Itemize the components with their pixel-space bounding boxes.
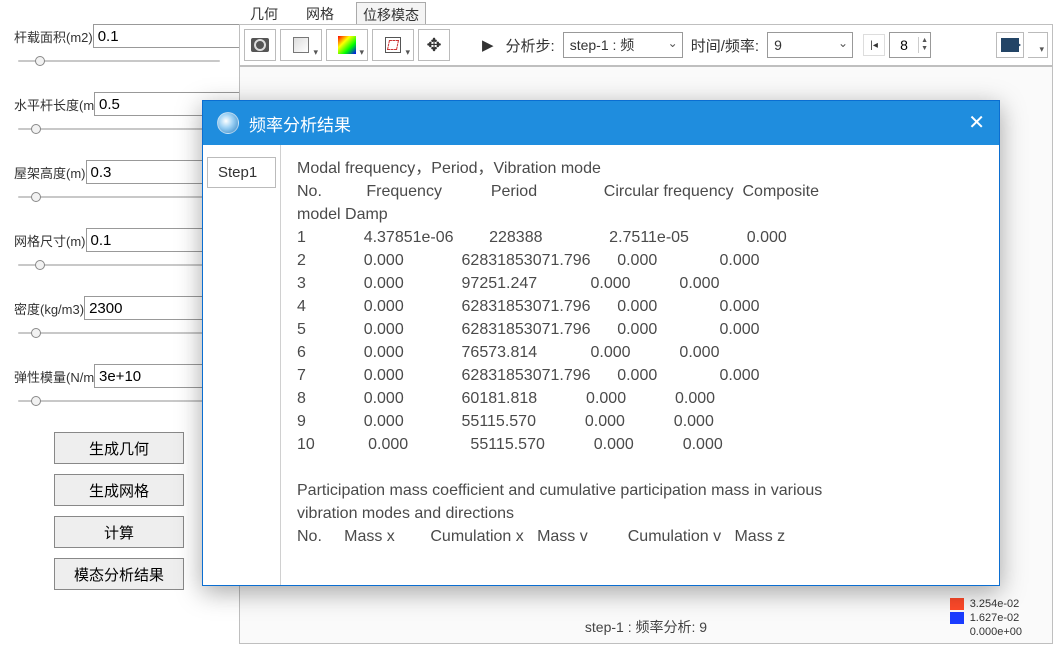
- label-young: 弹性模量(N/m2): [14, 367, 94, 386]
- legend-val-1: 3.254e-02: [970, 597, 1020, 611]
- label-hlen: 水平杆长度(m): [14, 95, 94, 114]
- results-text: Modal frequency，Period，Vibration mode No…: [297, 157, 985, 548]
- step-arrow-icon: ▶: [482, 36, 494, 54]
- video-icon: [1001, 38, 1019, 52]
- time-select-value: 9: [774, 37, 782, 53]
- camera-icon: [251, 38, 269, 52]
- generate-mesh-button[interactable]: 生成网格: [54, 474, 184, 506]
- first-frame-button[interactable]: |◂: [863, 34, 885, 56]
- label-area: 杆载面积(m2): [14, 27, 93, 46]
- frame-input[interactable]: [890, 33, 918, 57]
- dialog-step-tabs: Step1: [203, 145, 281, 585]
- slider-mesh[interactable]: [14, 258, 224, 272]
- shading-dropdown[interactable]: [280, 29, 322, 61]
- pan-button[interactable]: ✥: [418, 29, 450, 61]
- app-logo-icon: [217, 112, 239, 134]
- frequency-results-dialog: 频率分析结果 ✕ Step1 Modal frequency，Period，Vi…: [202, 100, 1000, 586]
- label-density: 密度(kg/m3): [14, 299, 84, 318]
- deform-dropdown[interactable]: [372, 29, 414, 61]
- dialog-title-text: 频率分析结果: [249, 111, 351, 136]
- step-select-value: step-1 : 频: [570, 35, 635, 55]
- time-label: 时间/频率:: [691, 35, 759, 56]
- first-icon: |◂: [870, 40, 878, 51]
- step-select[interactable]: step-1 : 频: [563, 32, 683, 58]
- label-height: 屋架高度(m): [14, 163, 86, 182]
- slider-young[interactable]: [14, 394, 224, 408]
- label-mesh: 网格尺寸(m): [14, 231, 86, 250]
- results-toolbar: ✥ ▶ 分析步: step-1 : 频 时间/频率: 9 |◂ ▲▼: [239, 24, 1053, 66]
- generate-geometry-button[interactable]: 生成几何: [54, 432, 184, 464]
- slider-area[interactable]: [14, 54, 224, 68]
- colormap-dropdown[interactable]: [326, 29, 368, 61]
- results-text-area[interactable]: Modal frequency，Period，Vibration mode No…: [281, 145, 999, 585]
- gradient-icon: [338, 36, 356, 54]
- slider-density[interactable]: [14, 326, 224, 340]
- dialog-step-tab-1[interactable]: Step1: [207, 157, 276, 188]
- frame-down[interactable]: ▼: [918, 45, 930, 53]
- dialog-close-button[interactable]: ✕: [968, 113, 985, 133]
- modal-results-button[interactable]: 模态分析结果: [54, 558, 184, 590]
- color-legend: 3.254e-02 1.627e-02 0.000e+00: [950, 597, 1022, 639]
- record-dropdown[interactable]: [1028, 32, 1048, 58]
- frame-up[interactable]: ▲: [918, 37, 930, 45]
- slider-height[interactable]: [14, 190, 224, 204]
- parameter-panel: 杆载面积(m2) 水平杆长度(m) 屋架高度(m) 网格尺寸(m) 密度(kg/…: [0, 0, 234, 648]
- legend-val-2: 1.627e-02: [970, 611, 1020, 625]
- time-select[interactable]: 9: [767, 32, 853, 58]
- cube-icon: [293, 37, 309, 53]
- deform-icon: [385, 37, 401, 53]
- snapshot-button[interactable]: [244, 29, 276, 61]
- legend-val-3: 0.000e+00: [970, 625, 1022, 639]
- slider-hlen[interactable]: [14, 122, 224, 136]
- move-icon: ✥: [426, 35, 441, 56]
- step-label: 分析步:: [506, 35, 555, 56]
- record-button[interactable]: [996, 32, 1024, 58]
- frame-spinner[interactable]: ▲▼: [889, 32, 931, 58]
- compute-button[interactable]: 计算: [54, 516, 184, 548]
- status-text: step-1 : 频率分析: 9: [240, 617, 1052, 637]
- dialog-titlebar[interactable]: 频率分析结果 ✕: [203, 101, 999, 145]
